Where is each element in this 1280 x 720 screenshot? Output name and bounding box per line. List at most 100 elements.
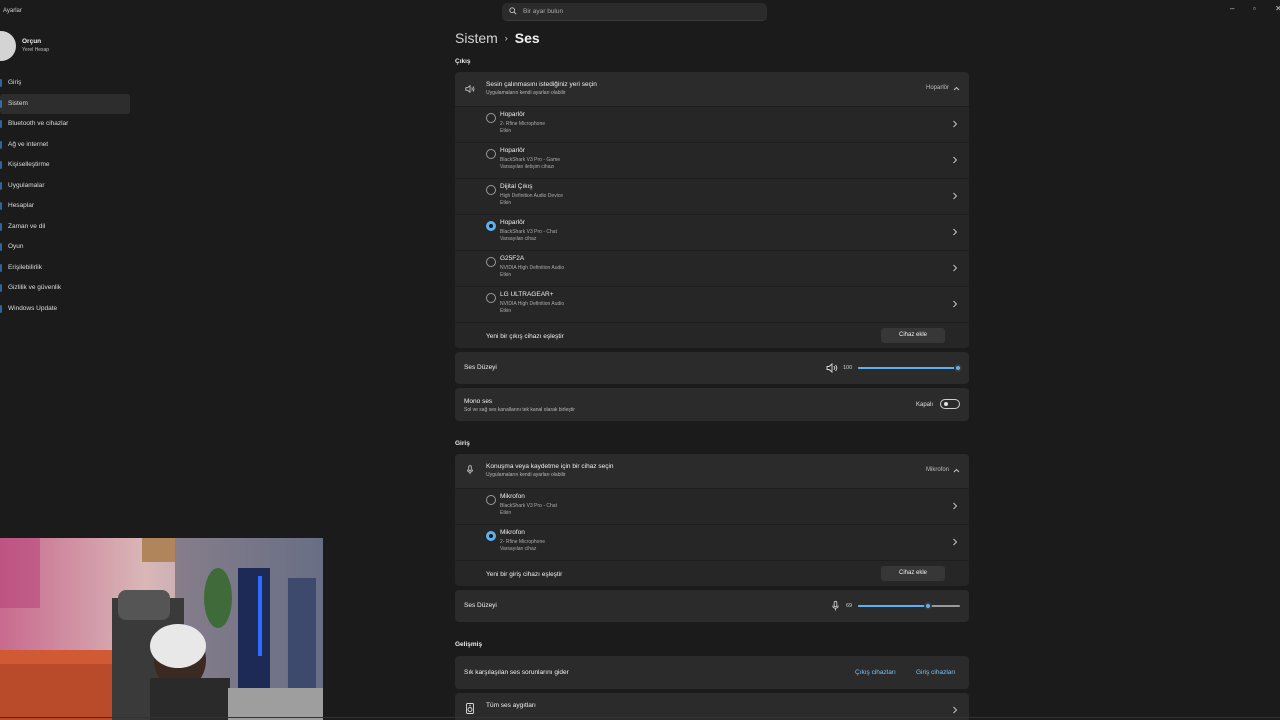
device-status: Etkin bbox=[500, 510, 512, 516]
device-description: 2- Rfine Microphone bbox=[500, 121, 546, 127]
sidebar-marker-icon bbox=[0, 222, 2, 231]
sidebar-marker-icon bbox=[0, 161, 2, 169]
sidebar-marker-icon bbox=[0, 120, 2, 128]
mono-subtitle: Sol ve sağ ses kanallarını tek kanal ola… bbox=[464, 407, 575, 413]
device-description: NVIDIA High Definition Audio bbox=[500, 265, 565, 271]
chevron-right-icon[interactable] bbox=[952, 228, 958, 236]
input-device-row[interactable]: Mikrofon 2- Rfine Microphone Varsayılan ci… bbox=[455, 524, 969, 560]
device-description: BlackShark V3 Pro - Chat bbox=[500, 503, 557, 509]
output-volume-label: Ses Düzeyi bbox=[464, 364, 497, 371]
device-name: Dijital Çıkış bbox=[500, 183, 533, 190]
advanced-section-label: Gelişmiş bbox=[455, 641, 483, 648]
output-volume-slider[interactable] bbox=[858, 364, 962, 372]
output-add-device-button[interactable]: Cihaz ekle bbox=[881, 328, 945, 343]
chevron-right-icon[interactable] bbox=[952, 538, 958, 546]
sidebar-item[interactable]: Bluetooth ve cihazlar bbox=[0, 114, 130, 135]
chevron-right-icon[interactable] bbox=[952, 156, 958, 164]
input-devices-link[interactable]: Giriş cihazları bbox=[916, 669, 955, 676]
sidebar-item[interactable]: Erişilebilirlik bbox=[0, 258, 130, 279]
chevron-up-icon[interactable] bbox=[953, 86, 960, 91]
chevron-right-icon[interactable] bbox=[952, 502, 958, 510]
output-choose-title: Sesin çalınmasını istediğiniz yeri seçin bbox=[486, 81, 597, 88]
sidebar-item-label: Oyun bbox=[8, 243, 24, 250]
output-volume-value: 100 bbox=[843, 365, 853, 371]
sidebar-item[interactable]: Sistem bbox=[0, 93, 130, 114]
sidebar-item[interactable]: Ağ ve internet bbox=[0, 135, 130, 156]
input-volume-slider[interactable] bbox=[858, 602, 960, 610]
app-title: Ayarlar bbox=[3, 8, 22, 14]
chevron-right-icon[interactable] bbox=[952, 192, 958, 200]
sidebar-item[interactable]: Giriş bbox=[0, 73, 130, 94]
breadcrumb-root[interactable]: Sistem bbox=[455, 30, 498, 46]
sidebar-item[interactable]: Oyun bbox=[0, 237, 130, 258]
sidebar-item-label: Erişilebilirlik bbox=[8, 263, 42, 271]
profile-name: Orçun bbox=[22, 38, 42, 45]
device-status: Etkin bbox=[500, 308, 512, 314]
chevron-right-icon[interactable] bbox=[952, 120, 958, 128]
minimize-button[interactable]: – bbox=[1230, 4, 1234, 13]
output-device-row[interactable]: Dijital Çıkış High Definition Audio Devic… bbox=[455, 178, 969, 214]
device-radio[interactable] bbox=[486, 257, 496, 267]
all-audio-devices-row[interactable]: Tüm ses aygıtları bbox=[455, 693, 969, 720]
output-device-row[interactable]: Hoparlör BlackShark V3 Pro - Chat Varsayıl… bbox=[455, 214, 969, 250]
input-volume-row: Ses Düzeyi 69 bbox=[455, 590, 969, 622]
chevron-up-icon[interactable] bbox=[953, 468, 960, 473]
sidebar-item[interactable]: Gizlilik ve güvenlik bbox=[0, 278, 130, 299]
all-audio-devices-label: Tüm ses aygıtları bbox=[486, 702, 536, 709]
device-status: Etkin bbox=[500, 200, 512, 206]
microphone-icon[interactable] bbox=[831, 600, 840, 612]
toggle-knob bbox=[944, 402, 948, 406]
input-device-row[interactable]: Mikrofon BlackShark V3 Pro - Chat Etkin bbox=[455, 488, 969, 524]
input-selected-summary: Mikrofon bbox=[925, 467, 949, 473]
sidebar-item-label: Ağ ve internet bbox=[8, 140, 49, 148]
device-radio[interactable] bbox=[486, 113, 496, 123]
chevron-right-icon[interactable] bbox=[952, 264, 958, 272]
sidebar-item[interactable]: Kişiselleştirme bbox=[0, 155, 130, 176]
mono-title: Mono ses bbox=[464, 398, 493, 405]
device-radio[interactable] bbox=[486, 531, 496, 541]
sidebar-item[interactable]: Uygulamalar bbox=[0, 176, 130, 197]
output-device-selector[interactable]: Sesin çalınmasını istediğiniz yeri seçin… bbox=[455, 72, 969, 106]
input-volume-thumb[interactable] bbox=[924, 602, 933, 610]
volume-icon[interactable] bbox=[826, 363, 838, 373]
sidebar-marker-icon bbox=[0, 79, 2, 87]
maximize-button[interactable]: ▫ bbox=[1253, 4, 1256, 13]
search-icon bbox=[509, 7, 517, 15]
device-status: Varsayılan iletişim cihazı bbox=[500, 164, 555, 170]
device-radio[interactable] bbox=[486, 185, 496, 195]
input-pair-row: Yeni bir giriş cihazı eşleştir Cihaz ekl… bbox=[455, 560, 969, 586]
device-description: BlackShark V3 Pro - Chat bbox=[500, 229, 557, 235]
output-volume-thumb[interactable] bbox=[954, 364, 962, 372]
output-device-row[interactable]: LG ULTRAGEAR+ NVIDIA High Definition Audi… bbox=[455, 286, 969, 322]
device-radio[interactable] bbox=[486, 221, 496, 231]
device-radio[interactable] bbox=[486, 495, 496, 505]
close-button[interactable]: ✕ bbox=[1275, 4, 1280, 13]
device-name: Hoparlör bbox=[500, 111, 525, 118]
sidebar-item-label: Bluetooth ve cihazlar bbox=[8, 120, 69, 127]
device-radio[interactable] bbox=[486, 149, 496, 159]
input-volume-value: 69 bbox=[846, 603, 853, 609]
input-add-device-button[interactable]: Cihaz ekle bbox=[881, 566, 945, 581]
device-name: Mikrofon bbox=[500, 493, 525, 500]
taskbar-edge bbox=[0, 717, 1280, 718]
breadcrumb-chevron-icon: › bbox=[504, 33, 508, 43]
device-name: G25F2A bbox=[500, 255, 525, 262]
sidebar-item[interactable]: Hesaplar bbox=[0, 196, 130, 217]
sidebar-marker-icon bbox=[0, 304, 2, 313]
chevron-right-icon[interactable] bbox=[952, 300, 958, 308]
output-devices-link[interactable]: Çıkış cihazları bbox=[855, 669, 896, 676]
search-input[interactable]: Bir ayar bulun bbox=[502, 3, 767, 21]
output-device-row[interactable]: Hoparlör 2- Rfine Microphone Etkin bbox=[455, 106, 969, 142]
mono-toggle[interactable] bbox=[940, 399, 960, 409]
output-device-row[interactable]: G25F2A NVIDIA High Definition Audio Etkin bbox=[455, 250, 969, 286]
output-pair-row: Yeni bir çıkış cihazı eşleştir Cihaz ekl… bbox=[455, 322, 969, 348]
input-choose-title: Konuşma veya kaydetme için bir cihaz seç… bbox=[486, 463, 614, 470]
output-device-row[interactable]: Hoparlör BlackShark V3 Pro - Game Varsayıl… bbox=[455, 142, 969, 178]
sidebar-item[interactable]: Windows Update bbox=[0, 299, 130, 320]
input-device-selector[interactable]: Konuşma veya kaydetme için bir cihaz seç… bbox=[455, 454, 969, 488]
sidebar-item-label: Gizlilik ve güvenlik bbox=[8, 284, 62, 291]
output-selected-summary: Hoparlör bbox=[925, 85, 949, 91]
sidebar-item[interactable]: Zaman ve dil bbox=[0, 217, 130, 238]
device-radio[interactable] bbox=[486, 293, 496, 303]
output-section-label: Çıkış bbox=[455, 58, 471, 65]
